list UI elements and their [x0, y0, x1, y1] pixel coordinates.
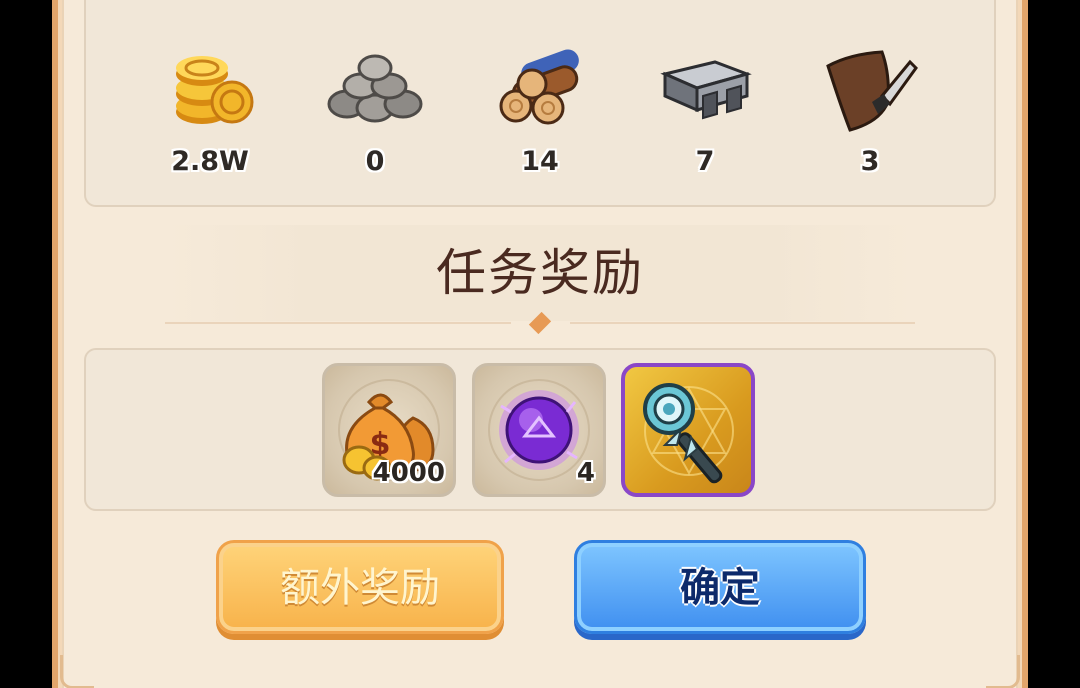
reward-slot-money[interactable]: $ 4000	[322, 363, 456, 497]
panel-corner-ornament-left	[60, 655, 94, 688]
reward-slot-staff[interactable]	[621, 363, 755, 497]
extra-reward-button[interactable]: 额外奖励	[216, 540, 504, 634]
resource-leather-value: 3	[860, 146, 880, 177]
resource-gold: 2.8W	[150, 44, 270, 184]
wood-logs-icon	[499, 49, 579, 125]
reward-count: 4000	[372, 458, 445, 488]
title-divider-right	[570, 322, 915, 324]
panel-corner-ornament-right	[986, 655, 1020, 688]
resource-gold-value: 2.8W	[171, 146, 249, 177]
section-title: 任务奖励	[436, 244, 644, 302]
stone-icon	[327, 54, 423, 123]
iron-ingot-icon	[660, 60, 752, 120]
confirm-button[interactable]: 确定	[574, 540, 866, 634]
gold-coins-icon	[176, 56, 254, 124]
resource-stone-value: 0	[365, 146, 385, 177]
resource-stone: 0	[315, 44, 435, 184]
resource-iron-value: 7	[695, 146, 715, 177]
magic-staff-icon	[643, 383, 734, 484]
resource-wood: 14	[480, 44, 600, 184]
reward-count: 4	[576, 458, 595, 488]
reward-slot-orb[interactable]: 4	[472, 363, 606, 497]
resource-iron: 7	[645, 44, 765, 184]
leather-icon	[826, 50, 918, 132]
resource-leather: 3	[810, 44, 930, 184]
resource-wood-value: 14	[521, 146, 559, 177]
title-divider-left	[165, 322, 511, 324]
